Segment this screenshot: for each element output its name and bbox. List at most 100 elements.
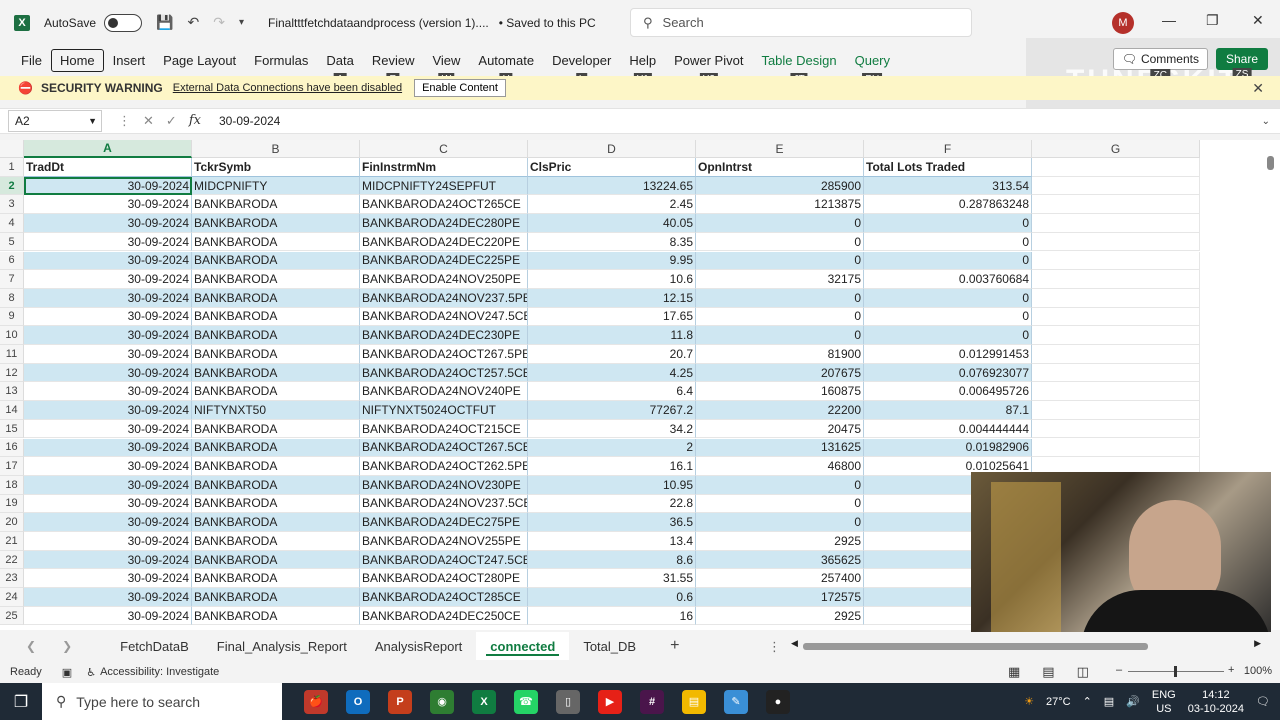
table-cell[interactable]: 77267.2 [528, 401, 696, 420]
table-cell[interactable]: 30-09-2024 [24, 214, 192, 233]
horizontal-scrollbar[interactable]: ◀ ▶ [791, 638, 1261, 650]
table-cell[interactable]: 30-09-2024 [24, 363, 192, 383]
table-cell[interactable]: NIFTYNXT5024OCTFUT [360, 401, 528, 420]
more-icon[interactable]: ⋮ [118, 113, 131, 129]
table-cell[interactable]: 30-09-2024 [24, 457, 192, 476]
menu-insert[interactable]: Insert [104, 53, 155, 68]
row-header[interactable]: 10 [0, 326, 24, 345]
table-cell[interactable]: 13.4 [528, 532, 696, 551]
table-cell[interactable]: 36.5 [528, 513, 696, 532]
table-header-cell[interactable]: TckrSymb [192, 158, 360, 177]
empty-cell[interactable] [1032, 363, 1200, 383]
table-cell[interactable]: BANKBARODA24OCT265CE [360, 195, 528, 215]
table-cell[interactable]: 2.45 [528, 195, 696, 215]
table-cell[interactable]: 20475 [696, 419, 864, 439]
customize-qat-icon[interactable]: ▾ [239, 17, 244, 28]
table-cell[interactable]: 172575 [696, 588, 864, 607]
expand-formula-icon[interactable]: ⌄ [1262, 116, 1270, 127]
slack-icon[interactable]: # [640, 689, 664, 714]
row-header[interactable]: 6 [0, 251, 24, 271]
empty-cell[interactable] [1032, 326, 1200, 345]
row-header[interactable]: 2 [0, 176, 24, 196]
row-header[interactable]: 8 [0, 288, 24, 308]
search-box[interactable]: ⚲ Search [630, 8, 972, 37]
table-cell[interactable]: BANKBARODA24DEC250CE [360, 606, 528, 626]
table-cell[interactable]: 11.8 [528, 326, 696, 345]
table-cell[interactable]: BANKBARODA24NOV240PE [360, 382, 528, 402]
empty-cell[interactable] [1032, 438, 1200, 458]
table-cell[interactable]: 0 [696, 307, 864, 327]
menu-page-layout[interactable]: Page Layout [154, 53, 245, 68]
table-cell[interactable]: 30-09-2024 [24, 494, 192, 514]
table-cell[interactable]: BANKBARODA24OCT247.5CE [360, 550, 528, 570]
table-cell[interactable]: BANKBARODA24DEC225PE [360, 251, 528, 271]
table-cell[interactable]: BANKBARODA [192, 363, 360, 383]
row-header[interactable]: 14 [0, 401, 24, 420]
sheet-tab[interactable]: FetchDataB [106, 632, 203, 660]
name-box[interactable]: A2 ▼ [8, 110, 102, 132]
table-cell[interactable]: 131625 [696, 438, 864, 458]
row-header[interactable]: 13 [0, 382, 24, 402]
row-header[interactable]: 1 [0, 158, 24, 177]
save-icon[interactable]: 💾 [156, 14, 173, 31]
table-cell[interactable]: BANKBARODA [192, 232, 360, 252]
table-cell[interactable]: 0.076923077 [864, 363, 1032, 383]
add-sheet-icon[interactable]: + [670, 637, 679, 655]
table-cell[interactable]: 31.55 [528, 569, 696, 589]
table-cell[interactable]: 0.012991453 [864, 345, 1032, 364]
zoom-out-icon[interactable]: – [1116, 664, 1122, 676]
weather-icon[interactable]: ☀ [1024, 695, 1034, 708]
table-cell[interactable]: BANKBARODA [192, 457, 360, 476]
row-header[interactable]: 18 [0, 475, 24, 495]
table-cell[interactable]: 30-09-2024 [24, 513, 192, 532]
table-cell[interactable]: 46800 [696, 457, 864, 476]
menu-file[interactable]: File [12, 53, 51, 68]
scroll-left-icon[interactable]: ◀ [791, 638, 798, 649]
normal-view-icon[interactable]: ▦ [1008, 664, 1020, 680]
table-cell[interactable]: BANKBARODA24NOV237.5PE [360, 288, 528, 308]
column-header-e[interactable]: E [696, 140, 864, 158]
taskbar-search[interactable]: ⚲ Type here to search [42, 683, 282, 720]
table-cell[interactable]: 10.95 [528, 475, 696, 495]
table-cell[interactable]: BANKBARODA [192, 214, 360, 233]
accessibility-icon[interactable]: ♿ [86, 666, 96, 679]
clock[interactable]: 14:12 03-10-2024 [1188, 688, 1244, 716]
security-message-link[interactable]: External Data Connections have been disa… [173, 82, 402, 94]
table-cell[interactable]: BANKBARODA24DEC220PE [360, 232, 528, 252]
accessibility-status[interactable]: Accessibility: Investigate [100, 666, 219, 678]
table-cell[interactable]: BANKBARODA [192, 475, 360, 495]
table-cell[interactable]: 0.287863248 [864, 195, 1032, 215]
table-cell[interactable]: 313.54 [864, 176, 1032, 196]
table-cell[interactable]: BANKBARODA24NOV250PE [360, 270, 528, 289]
menu-table-design[interactable]: Table DesignJT [752, 53, 845, 86]
table-cell[interactable]: BANKBARODA24OCT267.5CE [360, 438, 528, 458]
enter-icon[interactable]: ✓ [166, 113, 177, 129]
table-header-cell[interactable]: TradDt [24, 158, 192, 177]
table-cell[interactable]: 0 [696, 214, 864, 233]
zoom-slider[interactable] [1128, 666, 1224, 677]
table-cell[interactable]: BANKBARODA24DEC230PE [360, 326, 528, 345]
empty-cell[interactable] [1032, 419, 1200, 439]
chrome-icon[interactable]: ◉ [430, 689, 454, 714]
outlook-icon[interactable]: O [346, 689, 370, 714]
row-header[interactable]: 7 [0, 270, 24, 289]
youtube-icon[interactable]: ▶ [598, 689, 622, 714]
menu-developer[interactable]: DeveloperL [543, 53, 620, 86]
restore-icon[interactable]: ❐ [1206, 12, 1219, 29]
sheet-tab[interactable]: Final_Analysis_Report [203, 632, 361, 660]
table-cell[interactable]: 30-09-2024 [24, 195, 192, 215]
usb-icon[interactable]: ▯ [556, 689, 580, 714]
table-cell[interactable]: 12.15 [528, 288, 696, 308]
table-cell[interactable]: 1213875 [696, 195, 864, 215]
menu-query[interactable]: QueryPU [846, 53, 899, 86]
table-cell[interactable]: 10.6 [528, 270, 696, 289]
table-cell[interactable]: BANKBARODA24NOV255PE [360, 532, 528, 551]
table-cell[interactable]: BANKBARODA24DEC275PE [360, 513, 528, 532]
table-cell[interactable]: 30-09-2024 [24, 401, 192, 420]
table-cell[interactable]: BANKBARODA [192, 307, 360, 327]
table-cell[interactable]: 30-09-2024 [24, 419, 192, 439]
table-cell[interactable]: 13224.65 [528, 176, 696, 196]
table-cell[interactable]: 0 [864, 307, 1032, 327]
table-cell[interactable]: 30-09-2024 [24, 606, 192, 626]
sheet-tab[interactable]: Total_DB [569, 632, 650, 660]
